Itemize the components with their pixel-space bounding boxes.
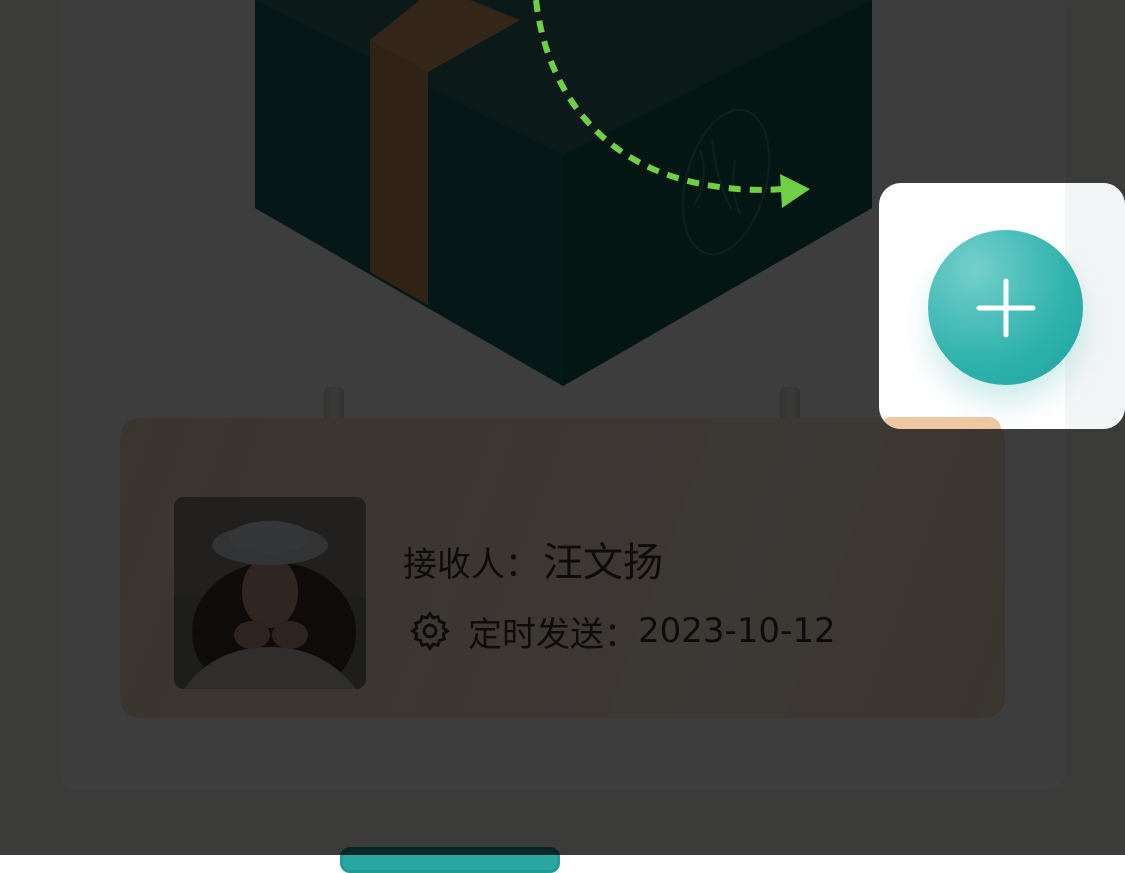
plus-icon [976,278,1035,337]
recipient-label: 接收人： [403,545,539,585]
bottom-action-button[interactable] [340,847,560,873]
recipient-name: 汪文扬 [543,540,663,586]
add-button[interactable] [928,230,1083,385]
gear-icon [410,611,450,651]
avatar [174,497,366,689]
guide-arrow-icon [533,0,810,208]
recipient-line: 接收人： 汪文扬 [403,530,663,586]
schedule-date: 2023-10-12 [638,611,836,651]
schedule-label: 定时发送： [468,614,638,655]
scheduled-send-line: 定时发送： 2023-10-12 [408,606,836,656]
